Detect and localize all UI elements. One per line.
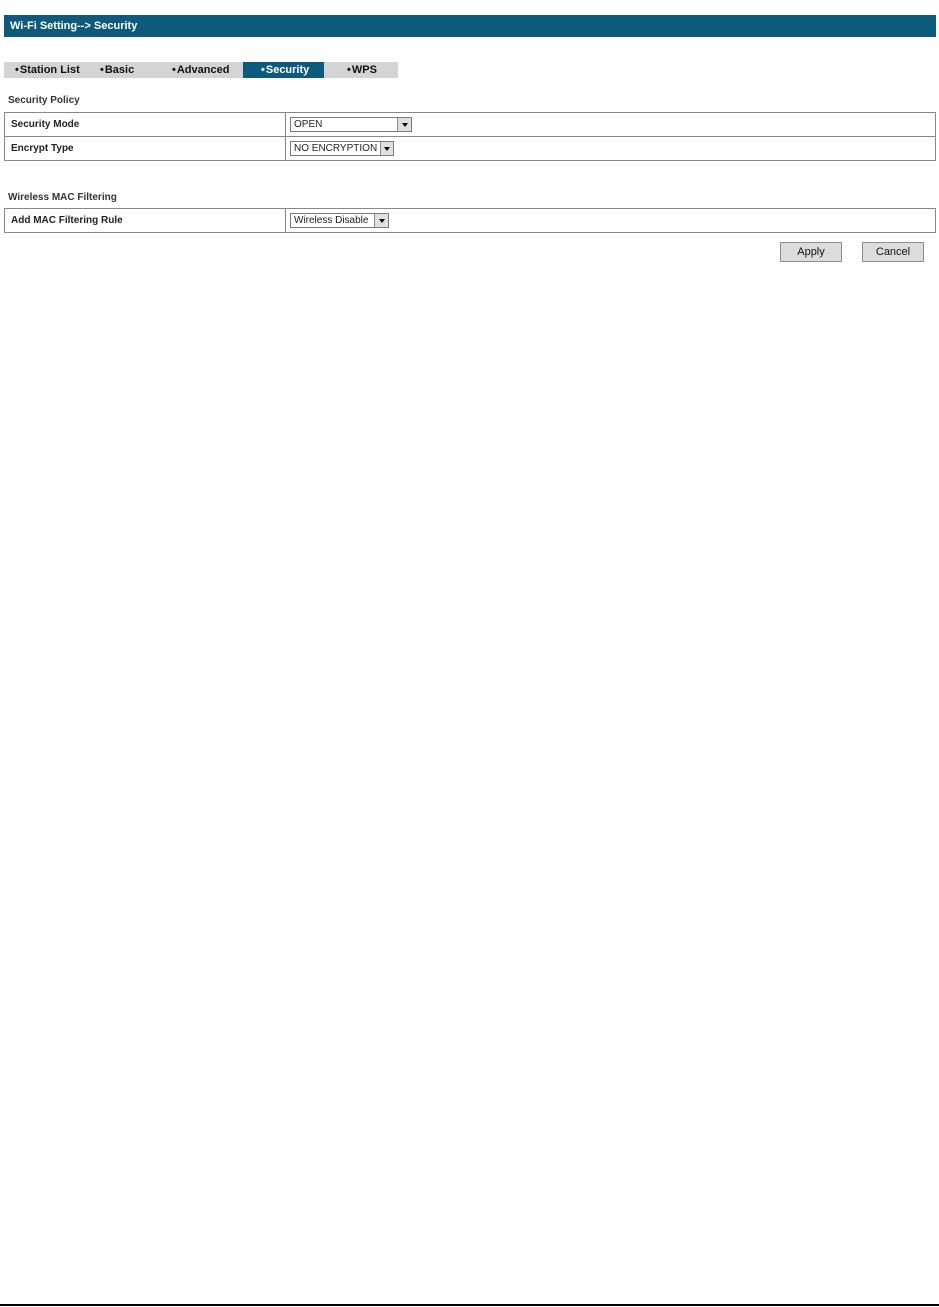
chevron-down-icon[interactable] xyxy=(374,214,388,227)
encrypt-type-label: Encrypt Type xyxy=(4,136,286,161)
mac-filtering-table: Add MAC Filtering Rule Wireless Disable xyxy=(4,208,936,233)
tab-label: Station List xyxy=(19,64,80,76)
tab-label: Security xyxy=(265,64,310,76)
table-row: Add MAC Filtering Rule Wireless Disable xyxy=(4,208,936,233)
section-title-security-policy: Security Policy xyxy=(8,95,80,106)
security-mode-select[interactable]: OPEN xyxy=(290,117,412,132)
bottom-divider xyxy=(0,1304,939,1306)
encrypt-type-select[interactable]: NO ENCRYPTION xyxy=(290,141,394,156)
section-title-mac-filtering: Wireless MAC Filtering xyxy=(8,192,117,203)
tab-basic[interactable]: •Basic xyxy=(81,62,154,78)
table-row: Security Mode OPEN xyxy=(4,112,936,137)
tab-bar: •Station List •Basic •Advanced •Security… xyxy=(4,62,398,78)
chevron-down-icon[interactable] xyxy=(380,142,393,155)
table-row: Encrypt Type NO ENCRYPTION xyxy=(4,136,936,161)
tab-security[interactable]: •Security xyxy=(243,62,324,78)
security-mode-label: Security Mode xyxy=(4,112,286,137)
page-title: Wi-Fi Setting--> Security xyxy=(10,20,138,32)
security-policy-table: Security Mode OPEN Encrypt Type NO ENCRY… xyxy=(4,112,936,161)
chevron-down-icon[interactable] xyxy=(397,118,411,131)
tab-advanced[interactable]: •Advanced xyxy=(154,62,243,78)
cancel-button[interactable]: Cancel xyxy=(862,242,924,262)
security-mode-value: OPEN xyxy=(294,119,323,130)
apply-button[interactable]: Apply xyxy=(780,242,842,262)
add-mac-filtering-rule-label: Add MAC Filtering Rule xyxy=(4,208,286,233)
mac-filtering-select[interactable]: Wireless Disable xyxy=(290,213,389,228)
tab-label: WPS xyxy=(351,64,377,76)
security-mode-cell: OPEN xyxy=(285,112,936,137)
tab-wps[interactable]: •WPS xyxy=(324,62,398,78)
mac-filtering-value: Wireless Disable xyxy=(294,215,369,226)
encrypt-type-cell: NO ENCRYPTION xyxy=(285,136,936,161)
encrypt-type-value: NO ENCRYPTION xyxy=(294,143,378,154)
page-header: Wi-Fi Setting--> Security xyxy=(4,15,936,37)
mac-filtering-cell: Wireless Disable xyxy=(285,208,936,233)
tab-label: Basic xyxy=(104,64,135,76)
tab-label: Advanced xyxy=(176,64,230,76)
tab-station-list[interactable]: •Station List xyxy=(4,62,81,78)
